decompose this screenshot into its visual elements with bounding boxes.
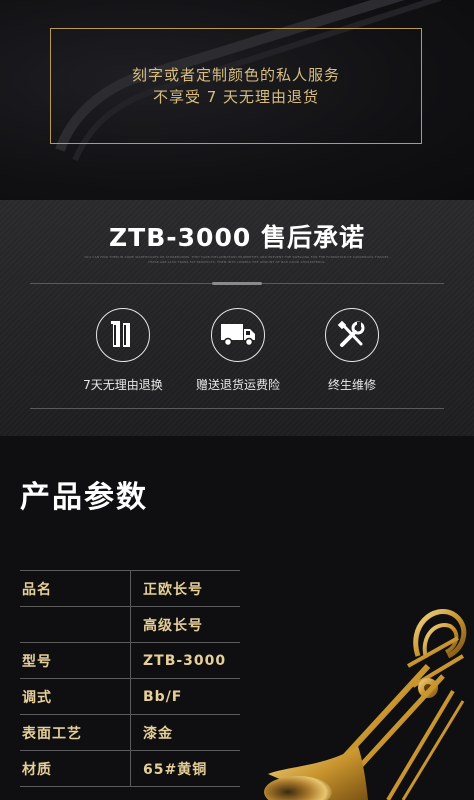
tools-wrench-screwdriver-icon: [325, 308, 379, 362]
table-row: 表面工艺 漆金: [20, 714, 240, 751]
notice-section: 刻字或者定制颜色的私人服务 不享受 7 天无理由退货: [0, 0, 474, 200]
params-title: 产品参数: [20, 480, 148, 515]
return-7-days-icon: [96, 308, 150, 362]
spec-key: 调式: [20, 678, 131, 715]
spec-key: 表面工艺: [20, 714, 131, 751]
table-row: 高级长号: [20, 606, 240, 643]
divider-accent: [212, 282, 262, 285]
notice-box: 刻字或者定制颜色的私人服务 不享受 7 天无理由退货: [50, 28, 422, 144]
feature-lifetime-repair: 终生维修: [297, 308, 407, 393]
spec-value: 漆金: [130, 714, 240, 751]
after-sales-promise-section: ZTB-3000 售后承诺 YOU CAN FIND THEM IN SOME …: [0, 200, 474, 436]
spec-key: 材质: [20, 750, 131, 787]
promise-title: ZTB-3000 售后承诺: [109, 223, 365, 252]
feature-label-return: 7天无理由退换: [83, 378, 163, 392]
feature-label-repair: 终生维修: [327, 378, 376, 392]
delivery-truck-icon: [211, 308, 265, 362]
spec-value: ZTB-3000: [130, 642, 240, 679]
spec-value: 高级长号: [130, 606, 240, 643]
feature-shipping-insurance: 赠送退货运费险: [183, 308, 293, 393]
notice-line-1: 刻字或者定制颜色的私人服务: [131, 66, 340, 84]
table-row: 材质 65#黄铜: [20, 750, 240, 787]
spec-key: 品名: [20, 570, 131, 607]
product-parameters-section: 产品参数 品名 正欧长号 高级长号 型号 ZTB-3000 调式 Bb/F 表面…: [0, 436, 474, 800]
spec-key: 型号: [20, 642, 131, 679]
spec-table: 品名 正欧长号 高级长号 型号 ZTB-3000 调式 Bb/F 表面工艺 漆金…: [20, 570, 240, 787]
spec-value: 正欧长号: [130, 570, 240, 607]
trombone-product-image: [264, 609, 467, 800]
feature-label-shipping: 赠送退货运费险: [195, 378, 280, 392]
promise-subtitle: YOU CAN FIND THEM IN SOME WAREHOUSES OR …: [84, 255, 390, 264]
divider-bottom: [30, 408, 444, 409]
spec-key: [20, 606, 131, 643]
table-row: 调式 Bb/F: [20, 678, 240, 715]
notice-line-2: 不享受 7 天无理由退货: [152, 88, 320, 106]
table-row: 型号 ZTB-3000: [20, 642, 240, 679]
feature-return: 7天无理由退换: [68, 308, 178, 393]
spec-value: Bb/F: [130, 678, 240, 715]
table-row: 品名 正欧长号: [20, 570, 240, 607]
spec-value: 65#黄铜: [130, 750, 240, 787]
